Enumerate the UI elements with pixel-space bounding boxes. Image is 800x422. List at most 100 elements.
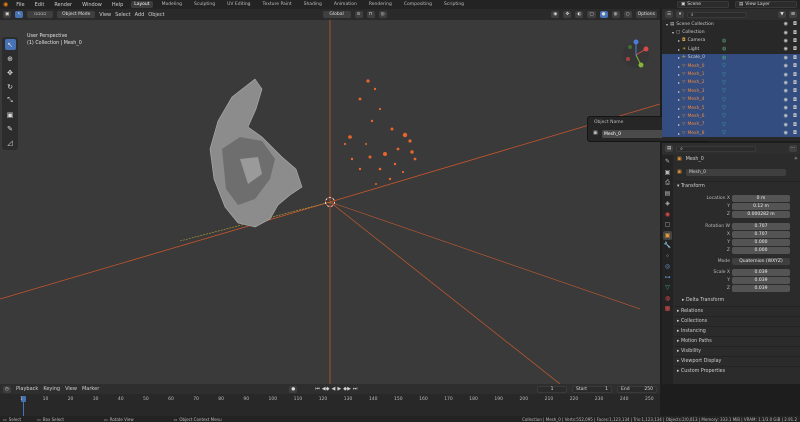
workspace-tab-uv-editing[interactable]: UV Editing (224, 1, 253, 8)
gizmo-toggle[interactable]: ✥ (563, 11, 572, 18)
mesh-data-icon[interactable]: ▽ (722, 80, 726, 86)
render-camera-icon[interactable]: ◘ (793, 38, 797, 44)
child-arrow-icon[interactable]: ▸ (678, 122, 680, 127)
3d-viewport[interactable]: ▣ ↖ ▫▫▫▫ Object Mode View Select Add Obj… (0, 9, 660, 384)
outliner-row[interactable]: ▸ ▽ Mesh_5 ▽ ◉ ◘ (662, 103, 800, 113)
visibility-eye-icon[interactable]: ◉ (784, 72, 788, 78)
record-button[interactable]: ● (289, 385, 298, 393)
collections-header[interactable]: ▸ Collections (674, 316, 800, 325)
menu-help[interactable]: Help (110, 2, 125, 8)
object-data-icon[interactable]: ◍ (722, 46, 726, 52)
menu-window[interactable]: Window (80, 2, 104, 8)
timeline-menu-playback[interactable]: Playback (16, 386, 38, 392)
outliner-row[interactable]: ▸ ▽ Mesh_4 ▽ ◉ ◘ (662, 95, 800, 104)
visibility-header[interactable]: ▸ Visibility (674, 346, 800, 355)
mesh-data-icon[interactable]: ▽ (722, 88, 726, 94)
properties-editor-type[interactable]: ▤ (665, 145, 674, 152)
overlays-toggle[interactable]: ◐ (575, 11, 584, 18)
play-reverse-icon[interactable]: ◀ (332, 386, 336, 392)
timeline-editor-type[interactable]: ◷ (3, 385, 11, 393)
view-layer-selector[interactable]: ▤ View Layer (735, 1, 797, 8)
location-x-field[interactable]: 0 m (732, 194, 790, 202)
start-frame-field[interactable]: Start 1 (572, 385, 612, 393)
viewport-menu-add[interactable]: Add (135, 12, 145, 18)
delta-transform-header[interactable]: ▸ Delta Transform (674, 296, 800, 305)
mesh-data-icon[interactable]: ▽ (722, 113, 726, 119)
render-camera-icon[interactable]: ◘ (793, 130, 797, 136)
object-data-icon[interactable]: ◍ (722, 38, 726, 44)
timeline-menu-view[interactable]: View (65, 386, 77, 392)
rotation-mode-dropdown[interactable]: Quaternion (WXYZ) (732, 257, 790, 265)
instancing-header[interactable]: ▸ Instancing (674, 326, 800, 335)
tool-measure[interactable]: ◿ (5, 137, 16, 148)
visibility-eye-icon[interactable]: ◉ (784, 105, 788, 111)
timeline-menu-keying[interactable]: Keying (43, 386, 60, 392)
tab-object[interactable]: ▣ (663, 230, 672, 240)
viewport-menu-select[interactable]: Select (115, 12, 130, 18)
child-arrow-icon[interactable]: ▸ (678, 80, 680, 85)
menu-file[interactable]: File (14, 2, 26, 8)
outliner-editor-type[interactable]: ☰ (665, 11, 674, 18)
outliner-row[interactable]: ▸ ▽ Mesh_8 ▽ ◉ ◘ (662, 129, 800, 138)
viewport-menu-view[interactable]: View (99, 12, 111, 18)
tool-transform[interactable]: ▣ (5, 109, 16, 120)
render-camera-icon[interactable]: ◘ (793, 55, 797, 61)
workspace-tab-texture-paint[interactable]: Texture Paint (260, 1, 295, 8)
tab-texture[interactable]: ▦ (663, 304, 672, 313)
current-frame-field[interactable]: 1 (537, 385, 567, 393)
mesh-data-icon[interactable]: ▽ (722, 122, 726, 128)
editor-type-button[interactable]: ▣ (3, 11, 12, 18)
properties-options[interactable]: ⋯ (788, 145, 797, 152)
jump-end-icon[interactable]: ⏭ (353, 386, 358, 392)
select-mode-button[interactable]: ↖ (15, 11, 24, 18)
render-camera-icon[interactable]: ◘ (793, 105, 797, 111)
outliner-row[interactable]: ▸ ▽ Mesh_3 ▽ ◉ ◘ (662, 87, 800, 96)
outliner-row[interactable]: ▾ ▤ Scene Collection ◉ ◘ (662, 20, 800, 28)
shading-rendered[interactable]: ○ (623, 11, 632, 18)
xray-toggle[interactable]: ▢ (587, 11, 596, 18)
outliner-row[interactable]: ▸ ◘ Camera ◍ ◉ ◘ (662, 37, 800, 45)
workspace-tab-scripting[interactable]: Scripting (441, 1, 467, 8)
options-dropdown[interactable]: Options (635, 11, 657, 18)
child-arrow-icon[interactable]: ▸ (678, 89, 680, 94)
selection-mode-group[interactable]: ▫▫▫▫ (27, 11, 54, 18)
expand-arrow-icon[interactable]: ▾ (666, 22, 668, 27)
tab-material[interactable]: ◍ (663, 294, 672, 303)
child-arrow-icon[interactable]: ▸ (678, 64, 680, 69)
visibility-eye-icon[interactable]: ◉ (784, 55, 788, 61)
scale-x-field[interactable]: 0.039 (732, 268, 790, 276)
visibility-eye-icon[interactable]: ◉ (784, 122, 788, 128)
mesh-data-icon[interactable]: ▽ (722, 63, 726, 69)
render-camera-icon[interactable]: ◘ (793, 122, 797, 128)
shading-material[interactable]: ◍ (611, 11, 620, 18)
child-arrow-icon[interactable]: ▸ (678, 55, 680, 60)
child-arrow-icon[interactable]: ▸ (678, 38, 680, 43)
child-arrow-icon[interactable]: ▸ (678, 106, 680, 111)
workspace-tab-sculpting[interactable]: Sculpting (191, 1, 218, 8)
outliner-row[interactable]: ▸ ▽ Mesh_0 ▽ ◉ ◘ (662, 61, 800, 71)
render-camera-icon[interactable]: ◘ (793, 63, 797, 69)
tab-constraints[interactable]: ⊶ (663, 273, 672, 282)
menu-edit[interactable]: Edit (33, 2, 47, 8)
visibility-eye-icon[interactable]: ◉ (784, 113, 788, 119)
child-arrow-icon[interactable]: ▸ (678, 47, 680, 52)
workspace-tab-layout[interactable]: Layout (131, 1, 153, 8)
expand-arrow-icon[interactable]: ▾ (672, 30, 674, 35)
visibility-eye-icon[interactable]: ◉ (784, 80, 788, 86)
tab-data[interactable]: ▽ (663, 283, 672, 292)
pivot-point-button[interactable]: ⊙ (354, 11, 363, 18)
outliner-display-mode[interactable]: ▾ (676, 11, 685, 18)
outliner-row[interactable]: ▸ ✛ Scale_0 ◍ ◉ ◘ (662, 53, 800, 62)
tab-physics[interactable]: ◎ (663, 262, 672, 271)
mesh-data-icon[interactable]: ▽ (722, 105, 726, 111)
outliner-row[interactable]: ▸ ▽ Mesh_1 ▽ ◉ ◘ (662, 70, 800, 79)
workspace-tab-rendering[interactable]: Rendering (366, 1, 395, 8)
visibility-button[interactable]: ◉ (551, 11, 560, 18)
transform-orientation-dropdown[interactable]: Global (322, 11, 351, 18)
tab-tool[interactable]: ✎ (663, 157, 672, 166)
rotation-w-field[interactable]: 0.707 (732, 222, 790, 230)
viewport-display-header[interactable]: ▸ Viewport Display (674, 356, 800, 365)
tab-scene[interactable]: ◈ (663, 199, 672, 208)
tab-collection[interactable]: ▢ (663, 220, 672, 229)
tool-cursor[interactable]: ⊕ (5, 53, 16, 64)
